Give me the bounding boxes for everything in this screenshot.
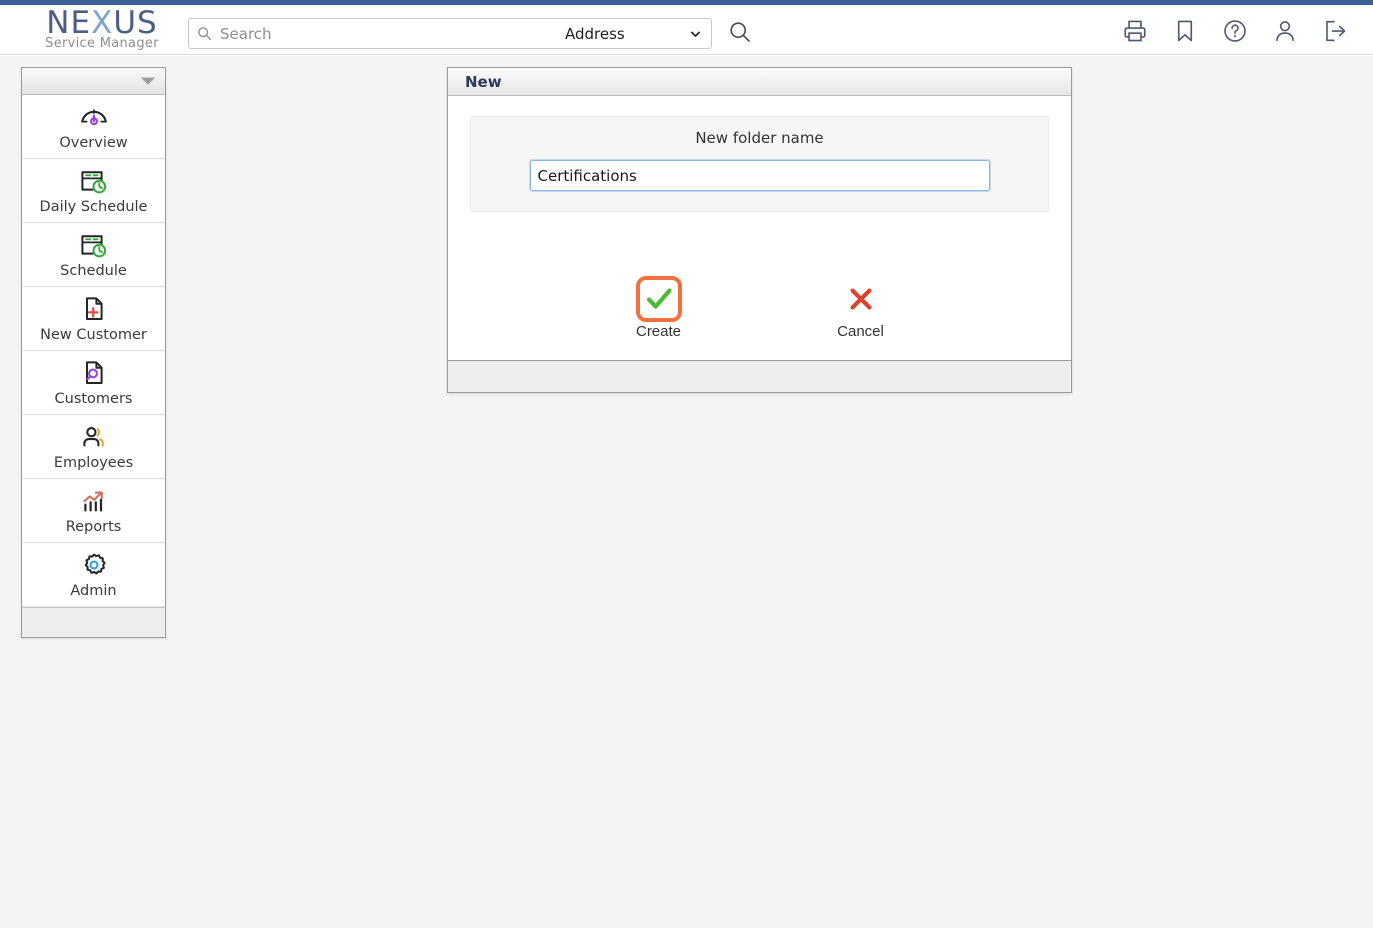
logo-wordmark: NEXUS xyxy=(22,7,182,39)
document-search-icon xyxy=(77,358,111,388)
logo-subtitle: Service Manager xyxy=(45,36,159,51)
sidebar-item-customers[interactable]: Customers xyxy=(22,351,165,415)
chevron-down-icon xyxy=(140,76,156,86)
sidebar-item-label: Admin xyxy=(70,583,117,599)
sidebar-nav: Overview Daily Schedule Schedule New Cus… xyxy=(21,67,166,638)
cancel-button-label: Cancel xyxy=(837,323,884,340)
app-logo[interactable]: NEXUS Service Manager xyxy=(22,7,182,53)
sidebar-item-label: Schedule xyxy=(60,263,127,279)
folder-name-input[interactable] xyxy=(528,159,991,192)
sidebar-footer xyxy=(22,607,165,637)
search-icon xyxy=(197,26,212,41)
header-icon-group xyxy=(1121,17,1349,45)
cancel-button[interactable]: Cancel xyxy=(815,276,907,340)
chart-trend-icon xyxy=(77,486,111,516)
dialog-footer xyxy=(448,360,1071,392)
search-icon xyxy=(728,20,752,47)
people-icon xyxy=(77,422,111,452)
search-input[interactable] xyxy=(216,20,565,47)
bookmark-icon[interactable] xyxy=(1171,17,1199,45)
dialog-title: New xyxy=(465,72,502,91)
print-icon[interactable] xyxy=(1121,17,1149,45)
create-button[interactable]: Create xyxy=(613,276,705,340)
calendar-clock-icon xyxy=(77,166,111,196)
sidebar-collapse-bar[interactable] xyxy=(22,68,165,95)
create-button-label: Create xyxy=(635,323,682,340)
sidebar-item-label: Reports xyxy=(65,519,122,535)
sidebar-item-overview[interactable]: Overview xyxy=(22,95,165,159)
folder-name-field-group: New folder name xyxy=(470,116,1049,212)
sidebar-item-admin[interactable]: Admin xyxy=(22,543,165,607)
cross-icon xyxy=(838,276,884,322)
search-bar[interactable]: Address xyxy=(188,18,712,49)
sidebar-item-label: Employees xyxy=(53,455,134,471)
folder-name-label: New folder name xyxy=(695,129,824,147)
search-scope-wrapper[interactable]: Address xyxy=(565,20,711,47)
checkmark-icon xyxy=(635,276,682,322)
dialog-action-row: Create Cancel xyxy=(448,276,1071,340)
document-plus-icon xyxy=(77,294,111,324)
dialog-content: New folder name Create xyxy=(448,96,1071,360)
sidebar-item-label: Daily Schedule xyxy=(39,199,148,215)
calendar-clock-icon xyxy=(77,230,111,260)
sidebar-item-employees[interactable]: Employees xyxy=(22,415,165,479)
new-folder-dialog: New New folder name Create xyxy=(447,67,1072,393)
gear-icon xyxy=(77,550,111,580)
app-header: NEXUS Service Manager Address xyxy=(0,5,1373,55)
search-submit-button[interactable] xyxy=(724,17,756,49)
sidebar-item-schedule[interactable]: Schedule xyxy=(22,223,165,287)
page-body: Overview Daily Schedule Schedule New Cus… xyxy=(0,56,1373,928)
logout-icon[interactable] xyxy=(1321,17,1349,45)
sidebar-item-label: Customers xyxy=(54,391,133,407)
sidebar-item-daily-schedule[interactable]: Daily Schedule xyxy=(22,159,165,223)
dialog-titlebar: New xyxy=(448,68,1071,96)
search-scope-select[interactable]: Address xyxy=(565,20,705,47)
gauge-icon xyxy=(77,102,111,132)
sidebar-item-label: New Customer xyxy=(40,327,147,343)
user-icon[interactable] xyxy=(1271,17,1299,45)
sidebar-item-label: Overview xyxy=(59,135,128,151)
sidebar-item-new-customer[interactable]: New Customer xyxy=(22,287,165,351)
help-icon[interactable] xyxy=(1221,17,1249,45)
sidebar-item-reports[interactable]: Reports xyxy=(22,479,165,543)
